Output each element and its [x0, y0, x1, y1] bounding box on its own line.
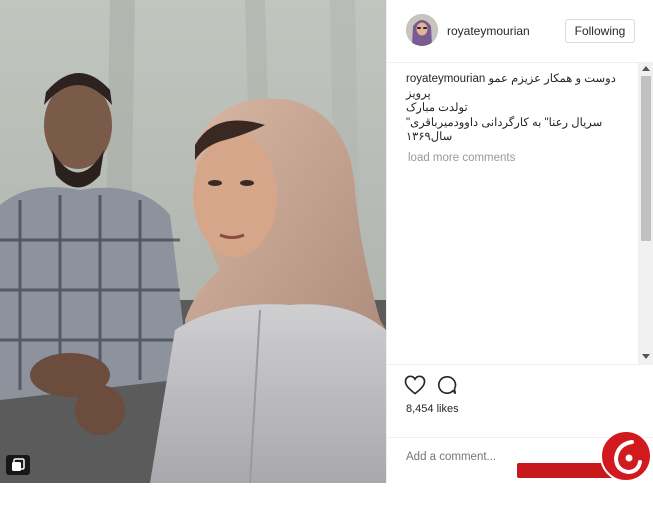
likes-count[interactable]: 8,454 likes: [406, 403, 459, 415]
load-more-comments-link[interactable]: load more comments: [408, 152, 515, 164]
caption-line-2: پرویز: [406, 87, 431, 100]
caption-line-3: تولدت مبارک: [406, 102, 468, 114]
comments-area: royateymourian دوست و همکار عزیزم عمو پر…: [387, 62, 638, 364]
caption-line-5: سال۱۳۶۹: [406, 131, 453, 143]
caption-line-4: سریال رعنا" به کارگردانی داوودمیرباقری": [406, 116, 603, 129]
scrollbar-thumb[interactable]: [641, 76, 651, 241]
post-sidebar: royateymourian Following royateymourian …: [386, 0, 653, 483]
scroll-up-icon[interactable]: [642, 66, 650, 71]
caption-username[interactable]: royateymourian: [406, 73, 485, 85]
watermark-text: باشگاه خبرنگاران: [537, 498, 603, 508]
vintage-photo-illustration: [0, 0, 386, 483]
caption-text-1: دوست و همکار عزیزم عمو: [488, 73, 616, 85]
watermark-emblem: [600, 430, 652, 482]
comments-scrollbar[interactable]: [638, 62, 653, 364]
username[interactable]: royateymourian: [447, 24, 530, 38]
caption-line-1: royateymourian دوست و همکار عزیزم عمو: [406, 72, 630, 87]
multiple-photos-icon: [6, 455, 30, 475]
instagram-post: royateymourian Following royateymourian …: [0, 0, 653, 508]
comment-icon[interactable]: [437, 375, 457, 400]
following-button[interactable]: Following: [565, 19, 635, 43]
avatar[interactable]: [406, 14, 438, 46]
heart-icon[interactable]: [404, 375, 426, 400]
post-photo[interactable]: [0, 0, 386, 483]
scroll-down-icon[interactable]: [642, 354, 650, 359]
site-logo: باشگاه خبرنگاران: [517, 430, 653, 508]
caption: royateymourian دوست و همکار عزیزم عمو پر…: [406, 72, 630, 145]
post-header: royateymourian Following: [387, 0, 653, 63]
